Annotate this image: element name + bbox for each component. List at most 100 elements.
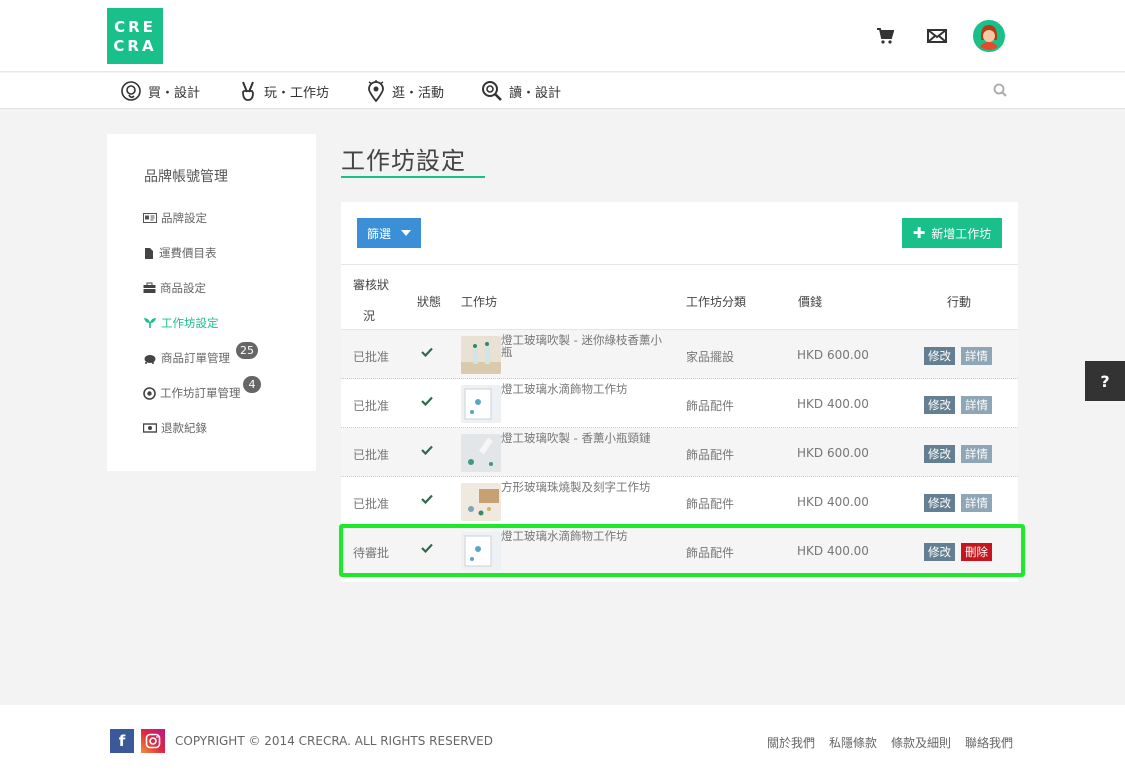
sidebar-item-refund-records[interactable]: 退款紀錄 [143, 418, 207, 438]
site-footer: f COPYRIGHT © 2014 CRECRA. ALL RIGHTS RE… [0, 705, 1125, 777]
briefcase-icon [143, 282, 156, 293]
user-avatar[interactable] [973, 20, 1005, 52]
header-workshop: 工作坊 [461, 295, 498, 309]
workshop-price: HKD 600.00 [797, 348, 869, 362]
caret-down-icon [401, 230, 412, 236]
instagram-icon[interactable] [141, 729, 165, 753]
nav-label: 玩・工作坊 [264, 85, 330, 101]
footer-links: 關於我們 私隱條款 條款及細則 聯絡我們 [753, 734, 1013, 751]
logo-line-2: CRA [113, 37, 157, 55]
header-review-line1: 審核狀 [353, 278, 390, 292]
footer-link-terms[interactable]: 條款及細則 [891, 734, 951, 751]
nav-stroll-events[interactable]: 逛・活動 [366, 73, 444, 109]
check-icon [421, 347, 433, 357]
sidebar-item-label: 商品設定 [160, 281, 206, 295]
cart-icon[interactable] [873, 24, 897, 48]
top-header: CRE CRA [0, 0, 1125, 72]
nav-label: 逛・活動 [392, 85, 445, 101]
details-button[interactable]: 詳情 [961, 445, 992, 463]
workshop-category: 飾品配件 [686, 497, 735, 511]
circle-r-icon [143, 386, 156, 400]
page-title: 工作坊設定 [341, 147, 466, 175]
document-icon [145, 247, 153, 259]
table-row: 已批准 燈工玻璃吹製 - 迷你綠枝香薰小瓶 家品擺設 HKD 600.00 修改… [341, 330, 1018, 379]
nav-play-workshop[interactable]: 玩・工作坊 [238, 73, 329, 109]
footer-link-privacy[interactable]: 私隱條款 [829, 734, 877, 751]
sidebar-item-label: 品牌設定 [161, 211, 207, 225]
sidebar-item-product-orders[interactable]: 商品訂單管理 [143, 348, 230, 368]
footer-link-contact[interactable]: 聯絡我們 [965, 734, 1013, 751]
workshop-category: 家品擺設 [686, 350, 735, 364]
add-workshop-button[interactable]: ✚ 新增工作坊 [902, 218, 1002, 248]
product-orders-count-badge: 25 [236, 342, 258, 359]
workshop-name-link[interactable]: 方形玻璃珠燒製及刻字工作坊 [501, 481, 673, 493]
filter-dropdown-button[interactable]: 篩選 [357, 218, 421, 248]
header-action: 行動 [947, 295, 972, 309]
review-status: 已批准 [353, 497, 390, 511]
workshop-category: 飾品配件 [686, 448, 735, 462]
details-button[interactable]: 詳情 [961, 494, 992, 512]
sprout-icon [144, 318, 156, 328]
header-category: 工作坊分類 [686, 295, 747, 309]
nav-label: 讀・設計 [509, 85, 562, 101]
mail-icon[interactable] [925, 24, 949, 48]
table-row: 已批准 燈工玻璃吹製 - 香薰小瓶頸鏈 飾品配件 HKD 600.00 修改 詳… [341, 428, 1018, 477]
header-review-status: 審核狀 況 [353, 276, 389, 324]
magnifier-read-icon [482, 81, 502, 101]
peace-hand-icon [242, 81, 254, 101]
details-button[interactable]: 詳情 [961, 347, 992, 365]
help-button[interactable]: ? [1085, 361, 1125, 401]
workshop-price: HKD 400.00 [797, 397, 869, 411]
review-status: 已批准 [353, 350, 390, 364]
workshop-orders-count-badge: 4 [243, 376, 261, 393]
check-icon [421, 494, 433, 504]
workshop-name-link[interactable]: 燈工玻璃吹製 - 香薰小瓶頸鏈 [501, 432, 673, 444]
workshop-thumbnail [461, 336, 501, 374]
details-button[interactable]: 詳情 [961, 396, 992, 414]
ear-icon [121, 81, 141, 101]
piggy-bank-icon [144, 355, 156, 364]
sidebar-item-label: 工作坊設定 [161, 316, 219, 330]
facebook-icon[interactable]: f [110, 729, 134, 753]
edit-button[interactable]: 修改 [924, 396, 955, 414]
workshop-category: 飾品配件 [686, 399, 735, 413]
nav-read-design[interactable]: 讀・設計 [481, 73, 561, 109]
edit-button[interactable]: 修改 [924, 445, 955, 463]
banknote-icon [143, 423, 157, 433]
location-pin-icon [368, 80, 384, 102]
sidebar-item-brand-settings[interactable]: 品牌設定 [143, 208, 207, 228]
sidebar-item-workshop-settings[interactable]: 工作坊設定 [143, 313, 219, 333]
sidebar-item-workshop-orders[interactable]: 工作坊訂單管理 [143, 383, 241, 403]
sidebar-item-label: 商品訂單管理 [161, 351, 230, 365]
edit-button[interactable]: 修改 [924, 347, 955, 365]
filter-label: 篩選 [367, 226, 392, 241]
nav-buy-design[interactable]: 買・設計 [120, 73, 200, 109]
footer-link-about[interactable]: 關於我們 [767, 734, 815, 751]
sidebar-item-label: 工作坊訂單管理 [160, 386, 241, 400]
plus-icon: ✚ [912, 224, 926, 242]
logo-line-1: CRE [114, 18, 156, 36]
title-underline [341, 176, 485, 178]
sidebar-item-product-settings[interactable]: 商品設定 [143, 278, 206, 298]
header-icons [845, 20, 1005, 52]
workshop-thumbnail [461, 385, 501, 423]
nav-label: 買・設計 [148, 85, 201, 101]
edit-button[interactable]: 修改 [924, 494, 955, 512]
workshop-thumbnail [461, 434, 501, 472]
sidebar-item-label: 退款紀錄 [161, 421, 207, 435]
table-header: 審核狀 況 狀態 工作坊 工作坊分類 價錢 行動 [341, 264, 1018, 330]
check-icon [421, 396, 433, 406]
search-icon[interactable] [993, 83, 1007, 100]
check-icon [421, 445, 433, 455]
crecra-logo[interactable]: CRE CRA [107, 8, 163, 64]
main-nav: 買・設計 玩・工作坊 逛・活動 讀・設計 [0, 73, 1125, 109]
workshop-name-link[interactable]: 燈工玻璃吹製 - 迷你綠枝香薰小瓶 [501, 334, 673, 358]
id-card-icon [143, 213, 157, 223]
sidebar-item-shipping-rates[interactable]: 運費價目表 [143, 243, 217, 263]
add-workshop-label: 新增工作坊 [931, 226, 992, 241]
header-status: 狀態 [417, 295, 442, 309]
sidebar-item-label: 運費價目表 [159, 246, 217, 260]
workshop-thumbnail [461, 483, 501, 521]
workshop-name-link[interactable]: 燈工玻璃水滴飾物工作坊 [501, 383, 673, 395]
header-review-line2: 況 [363, 309, 376, 323]
